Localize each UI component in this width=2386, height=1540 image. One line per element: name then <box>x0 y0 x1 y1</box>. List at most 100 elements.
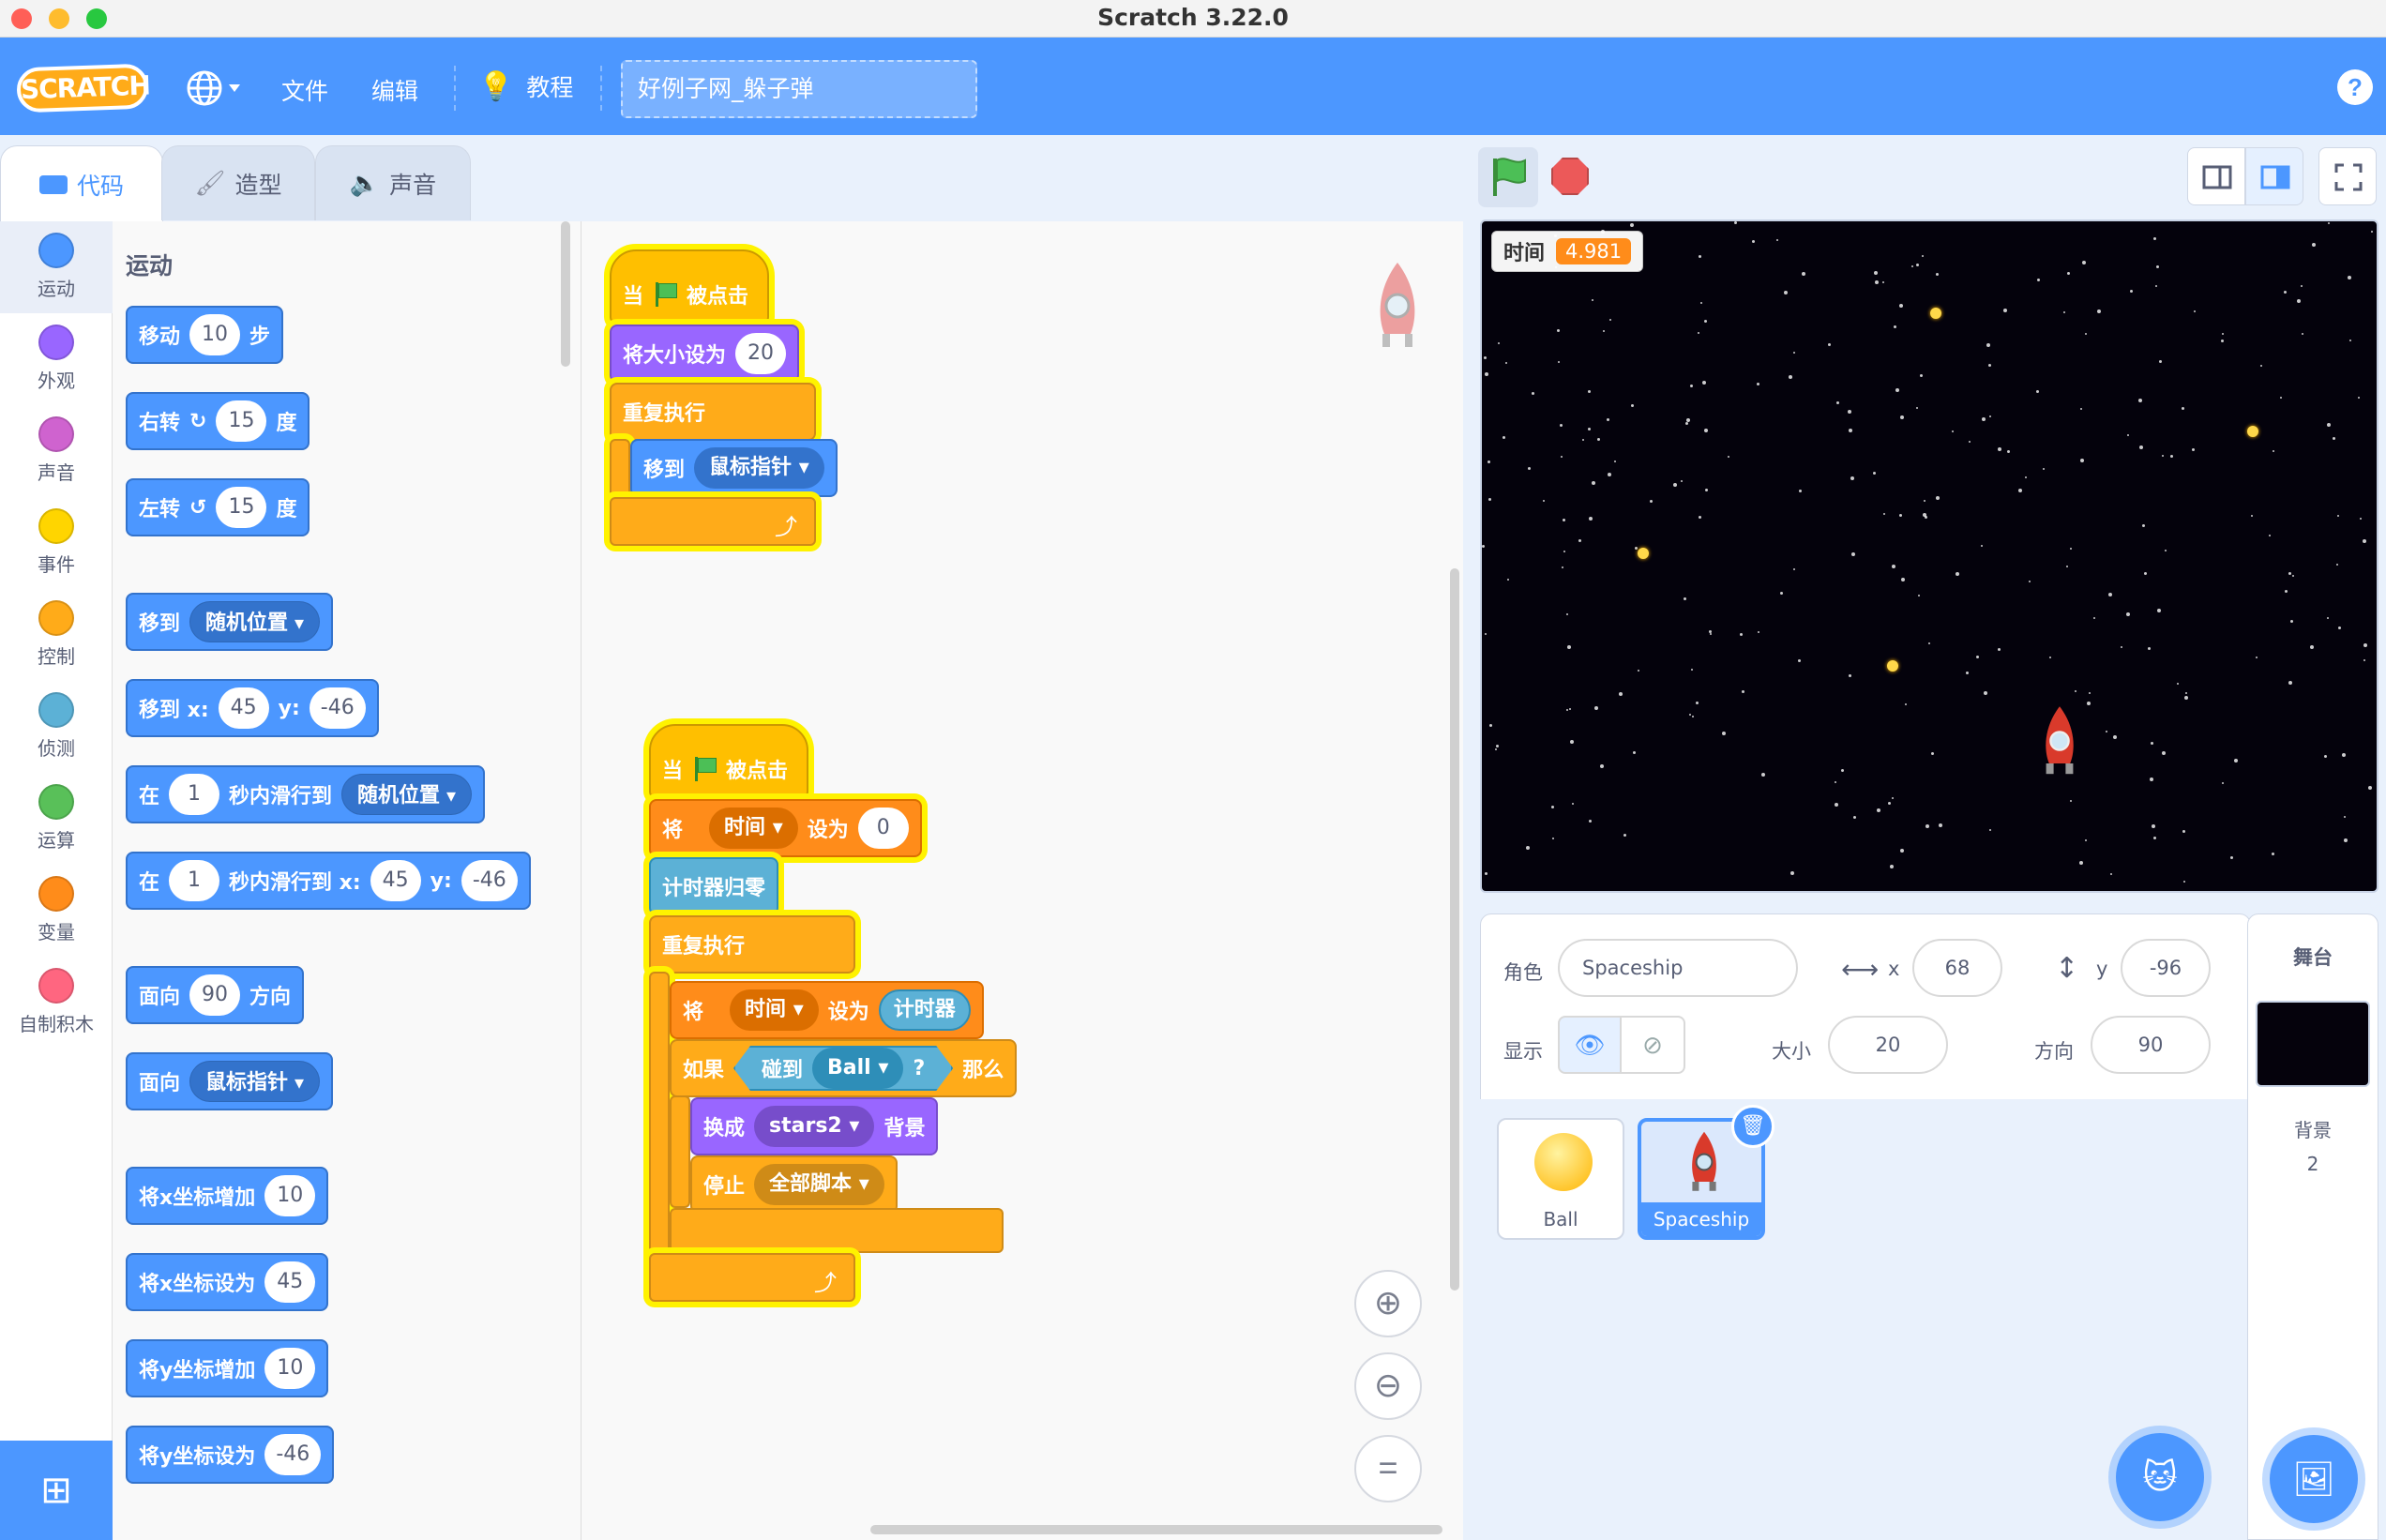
block-set-x[interactable]: 将x坐标设为 45 <box>126 1253 329 1311</box>
green-flag-button[interactable] <box>1478 147 1538 207</box>
zoom-reset-button[interactable]: = <box>1354 1435 1422 1502</box>
touching-condition[interactable]: 碰到 Ball ? <box>733 1046 953 1091</box>
script-workspace[interactable]: 当 被点击 将大小设为 20 重复执行 移到 鼠标指针 ⤴ 当 被点击 将 时间… <box>581 221 1463 1540</box>
tab-sounds[interactable]: 🔈 声音 <box>315 145 471 220</box>
stop-button[interactable] <box>1551 158 1589 195</box>
size-input[interactable]: 20 <box>735 333 787 374</box>
tab-code[interactable]: 代码 <box>0 145 163 222</box>
block-change-x[interactable]: 将x坐标增加 10 <box>126 1167 329 1225</box>
block-set-y[interactable]: 将y坐标设为 -46 <box>126 1426 335 1484</box>
block-change-y[interactable]: 将y坐标增加 10 <box>126 1339 329 1397</box>
ball-sprite[interactable] <box>1887 660 1898 672</box>
sprite-name-input[interactable]: Spaceship <box>1558 939 1798 997</box>
x-position-input[interactable]: 68 <box>1912 939 2002 997</box>
direction-input[interactable]: 90 <box>2091 1016 2211 1074</box>
block-point-towards[interactable]: 面向 鼠标指针 <box>126 1052 334 1110</box>
add-extension-button[interactable]: ⊞ <box>0 1441 113 1540</box>
script2-forever-block[interactable]: 重复执行 <box>649 915 855 974</box>
script2-if-block[interactable]: 如果 碰到 Ball ? 那么 <box>670 1039 1018 1097</box>
edit-menu[interactable]: 编辑 <box>371 73 418 107</box>
spaceship-sprite[interactable] <box>2033 703 2086 778</box>
tab-costumes[interactable]: 🖌 造型 <box>161 145 315 220</box>
script1-hat-green-flag[interactable]: 当 被点击 <box>610 249 769 325</box>
category-events[interactable]: 事件 <box>0 501 113 577</box>
category-my-blocks[interactable]: 自制积木 <box>0 960 113 1036</box>
script2-reset-timer-block[interactable]: 计时器归零 <box>649 857 779 915</box>
x-input[interactable]: 45 <box>370 860 421 901</box>
point-target-dropdown[interactable]: 鼠标指针 <box>189 1061 321 1102</box>
category-operators[interactable]: 运算 <box>0 777 113 853</box>
script2-stop-block[interactable]: 停止 全部脚本 <box>690 1155 898 1214</box>
workspace-horizontal-scrollbar[interactable] <box>870 1525 1442 1534</box>
zoom-out-button[interactable]: ⊖ <box>1354 1352 1422 1420</box>
block-goto-xy[interactable]: 移到 x: 45 y: -46 <box>126 679 379 737</box>
touching-object-dropdown[interactable]: Ball <box>812 1048 903 1089</box>
block-move-steps[interactable]: 移动 10 步 <box>126 306 284 364</box>
variable-dropdown[interactable]: 时间 <box>709 808 798 849</box>
choose-backdrop-button[interactable]: 🖼 <box>2270 1435 2358 1523</box>
language-globe-icon[interactable] <box>186 69 248 114</box>
y-input[interactable]: -46 <box>309 687 366 729</box>
script1-set-size-block[interactable]: 将大小设为 20 <box>610 325 800 383</box>
fullscreen-button[interactable] <box>2318 147 2377 205</box>
hide-sprite-button[interactable]: ⊘ <box>1622 1016 1685 1074</box>
palette-scrollbar[interactable] <box>561 221 570 367</box>
normal-stage-button[interactable] <box>2245 147 2303 205</box>
direction-input[interactable]: 90 <box>189 974 241 1016</box>
block-glide[interactable]: 在 1 秒内滑行到 随机位置 <box>126 765 486 823</box>
stage-backdrop-thumbnail[interactable] <box>2256 1001 2370 1087</box>
block-turn-left[interactable]: 左转 ↺ 15 度 <box>126 478 310 536</box>
category-motion[interactable]: 运动 <box>0 221 113 313</box>
y-position-input[interactable]: -96 <box>2121 939 2211 997</box>
category-looks[interactable]: 外观 <box>0 317 113 393</box>
y-input[interactable]: -46 <box>264 1434 322 1475</box>
steps-input[interactable]: 10 <box>189 314 241 355</box>
backdrop-dropdown[interactable]: stars2 <box>754 1106 875 1147</box>
sprite-thumb-ball[interactable]: Ball <box>1497 1118 1624 1240</box>
workspace-vertical-scrollbar[interactable] <box>1450 568 1459 1291</box>
ball-sprite[interactable] <box>1930 308 1941 319</box>
help-button[interactable]: ? <box>2337 69 2373 105</box>
choose-sprite-button[interactable]: 🐱 <box>2116 1433 2204 1521</box>
goto-target-dropdown[interactable]: 随机位置 <box>189 601 321 642</box>
x-input[interactable]: 45 <box>264 1261 316 1303</box>
script1-goto-block[interactable]: 移到 鼠标指针 <box>630 439 838 497</box>
show-sprite-button[interactable]: 👁 <box>1558 1016 1622 1074</box>
block-turn-right[interactable]: 右转 ↻ 15 度 <box>126 392 310 450</box>
sprite-thumb-spaceship[interactable]: Spaceship 🗑 <box>1638 1105 1774 1240</box>
tutorials-menu[interactable]: 💡 教程 <box>478 69 573 103</box>
block-goto[interactable]: 移到 随机位置 <box>126 593 334 651</box>
category-control[interactable]: 控制 <box>0 593 113 669</box>
scratch-logo[interactable]: SCRATCH <box>16 63 150 113</box>
x-input[interactable]: 45 <box>218 687 269 729</box>
dy-input[interactable]: 10 <box>264 1348 316 1389</box>
zoom-in-button[interactable]: ⊕ <box>1354 1270 1422 1337</box>
variable-dropdown[interactable]: 时间 <box>730 989 819 1031</box>
script2-set-variable-timer-block[interactable]: 将 时间 设为 计时器 <box>670 981 984 1039</box>
degrees-input[interactable]: 15 <box>216 400 267 442</box>
ball-sprite[interactable] <box>2247 426 2258 437</box>
y-input[interactable]: -46 <box>461 860 518 901</box>
file-menu[interactable]: 文件 <box>281 73 328 107</box>
category-sound[interactable]: 声音 <box>0 409 113 485</box>
block-glide-xy[interactable]: 在 1 秒内滑行到 x: 45 y: -46 <box>126 852 531 910</box>
category-variables[interactable]: 变量 <box>0 868 113 944</box>
variable-monitor[interactable]: 时间 4.981 <box>1491 231 1644 272</box>
script2-hat-green-flag[interactable]: 当 被点击 <box>649 724 808 799</box>
goto-target-dropdown[interactable]: 鼠标指针 <box>694 447 824 489</box>
seconds-input[interactable]: 1 <box>169 860 220 901</box>
category-sensing[interactable]: 侦测 <box>0 685 113 761</box>
glide-target-dropdown[interactable]: 随机位置 <box>341 774 473 815</box>
ball-sprite[interactable] <box>1638 548 1649 559</box>
seconds-input[interactable]: 1 <box>169 774 220 815</box>
delete-sprite-button[interactable]: 🗑 <box>1731 1105 1774 1148</box>
stop-option-dropdown[interactable]: 全部脚本 <box>754 1164 884 1205</box>
script2-set-variable-block[interactable]: 将 时间 设为 0 <box>649 799 922 857</box>
value-input[interactable]: 0 <box>857 808 909 849</box>
size-input[interactable]: 20 <box>1828 1016 1948 1074</box>
script1-forever-block[interactable]: 重复执行 <box>610 383 816 441</box>
timer-reporter[interactable]: 计时器 <box>878 989 971 1031</box>
block-point-direction[interactable]: 面向 90 方向 <box>126 966 305 1024</box>
dx-input[interactable]: 10 <box>264 1175 316 1216</box>
stage-canvas[interactable]: 时间 4.981 <box>1480 219 2378 893</box>
